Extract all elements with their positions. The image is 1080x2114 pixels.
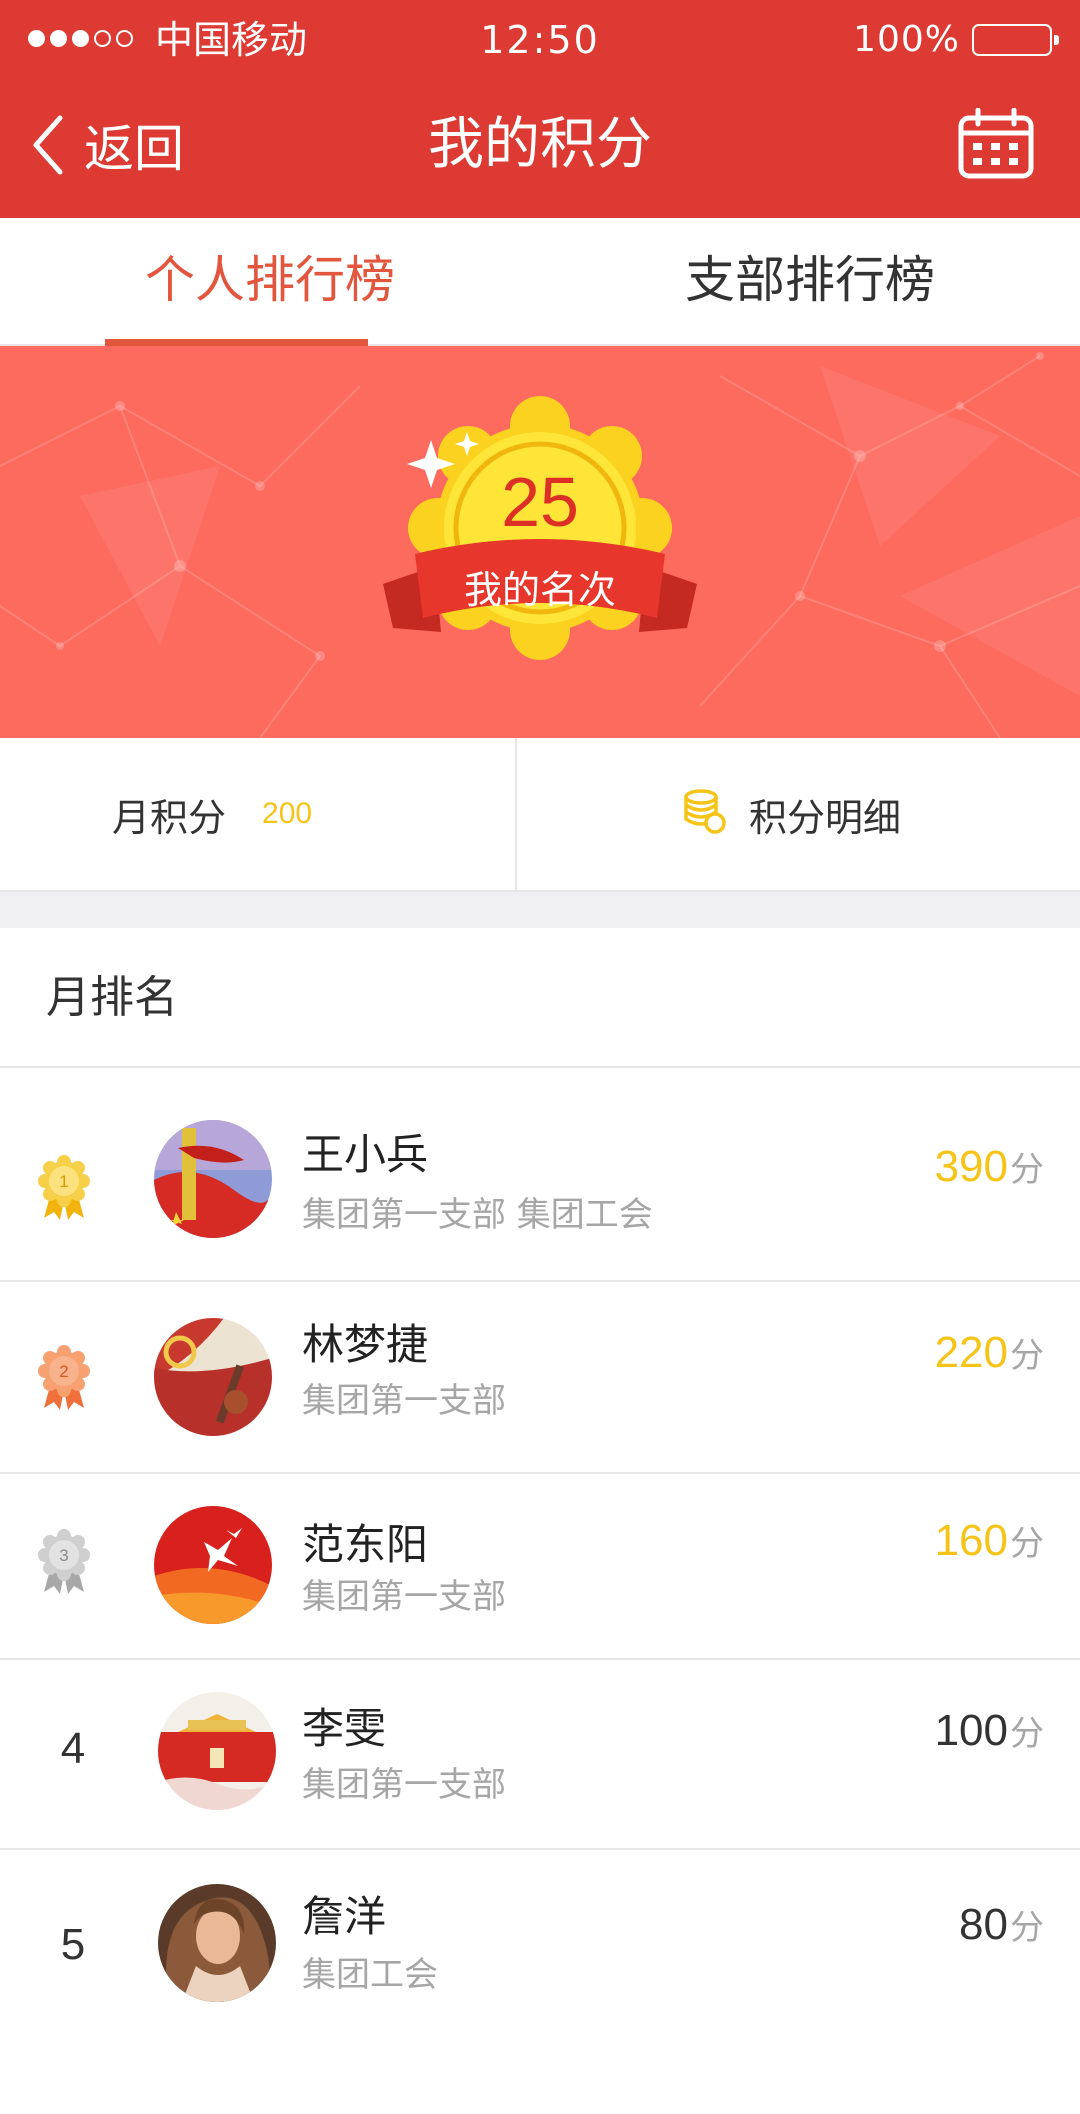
silver-medal-icon: 3 — [38, 1528, 100, 1602]
member-score: 80 分 — [959, 1900, 1044, 1950]
avatar — [158, 1884, 276, 2002]
status-bar: 中国移动 12:50 100% — [0, 0, 1080, 80]
member-department: 集团第一支部 集团工会 — [302, 1195, 653, 1235]
section-divider — [0, 892, 1080, 928]
member-score: 100 分 — [935, 1706, 1044, 1756]
member-name: 李雯 — [302, 1704, 387, 1753]
svg-text:2: 2 — [59, 1362, 68, 1381]
battery-icon — [972, 24, 1059, 56]
avatar — [154, 1506, 272, 1624]
rank-number: 4 — [60, 1724, 86, 1773]
score-value: 390 — [934, 1142, 1008, 1191]
member-name: 林梦捷 — [302, 1320, 429, 1369]
ranking-row[interactable]: 3 范东阳 集团第一支部 160 分 — [0, 1474, 1080, 1660]
member-score: 390 分 — [935, 1142, 1044, 1192]
member-score: 220 分 — [935, 1328, 1044, 1378]
member-name: 范东阳 — [302, 1520, 429, 1569]
rank-medal: 25 我的名次 — [375, 396, 705, 696]
score-unit: 分 — [1010, 1150, 1044, 1190]
member-department: 集团第一支部 — [302, 1765, 506, 1805]
gold-medal-icon: 1 — [38, 1154, 100, 1228]
page-title: 我的积分 — [428, 112, 652, 177]
coins-icon — [683, 789, 727, 839]
monthly-ranking-header: 月排名 — [0, 928, 1080, 1068]
member-name: 王小兵 — [302, 1130, 429, 1179]
score-value: 160 — [934, 1516, 1008, 1565]
score-value: 220 — [934, 1328, 1008, 1377]
monthly-ranking-title: 月排名 — [46, 972, 178, 1023]
monthly-points-value: 200 — [262, 797, 313, 830]
points-detail-label: 积分明细 — [749, 795, 902, 840]
score-value: 80 — [959, 1900, 1008, 1949]
nav-bar: 返回 我的积分 — [0, 80, 1080, 218]
avatar — [154, 1318, 272, 1436]
my-rank-banner: 25 我的名次 — [0, 346, 1080, 738]
svg-text:1: 1 — [59, 1172, 68, 1191]
score-unit: 分 — [1010, 1714, 1044, 1754]
ranking-row[interactable]: 5 詹洋 集团工会 80 分 — [0, 1850, 1080, 2040]
tab-personal-ranking[interactable]: 个人排行榜 — [0, 218, 540, 346]
ranking-row[interactable]: 4 李雯 集团第一支部 100 分 — [0, 1660, 1080, 1850]
member-name: 詹洋 — [302, 1892, 387, 1941]
my-rank-label: 我的名次 — [463, 568, 616, 612]
monthly-points: 月积分 200 — [0, 738, 517, 890]
score-value: 100 — [934, 1706, 1008, 1755]
member-department: 集团第一支部 — [302, 1577, 506, 1617]
ranking-list: 1 王小兵 集团第一支部 集团工会 390 分 2 林梦捷 集团第一支部 220… — [0, 1068, 1080, 2040]
rank-number: 5 — [60, 1920, 86, 1969]
score-unit: 分 — [1010, 1336, 1044, 1376]
battery-percent: 100% — [853, 19, 960, 60]
avatar — [158, 1692, 276, 1810]
svg-text:3: 3 — [59, 1546, 68, 1565]
ranking-row[interactable]: 2 林梦捷 集团第一支部 220 分 — [0, 1282, 1080, 1474]
score-unit: 分 — [1010, 1908, 1044, 1948]
member-department: 集团第一支部 — [302, 1381, 506, 1421]
score-unit: 分 — [1010, 1524, 1044, 1564]
points-detail-button[interactable]: 积分明细 — [517, 738, 1080, 890]
tab-branch-ranking[interactable]: 支部排行榜 — [540, 218, 1080, 344]
bronze-medal-icon: 2 — [38, 1344, 100, 1418]
member-department: 集团工会 — [302, 1955, 438, 1995]
ranking-tabs: 个人排行榜 支部排行榜 — [0, 218, 1080, 346]
top-bar: 中国移动 12:50 100% 返回 我的积分 — [0, 0, 1080, 218]
ranking-row[interactable]: 1 王小兵 集团第一支部 集团工会 390 分 — [0, 1068, 1080, 1282]
my-rank-number: 25 — [501, 463, 579, 541]
avatar — [154, 1120, 272, 1238]
calendar-icon[interactable] — [958, 107, 1034, 184]
medal-icon — [383, 396, 697, 660]
monthly-points-label: 月积分 — [112, 795, 227, 840]
points-summary: 月积分 200 积分明细 — [0, 738, 1080, 892]
member-score: 160 分 — [935, 1516, 1044, 1566]
